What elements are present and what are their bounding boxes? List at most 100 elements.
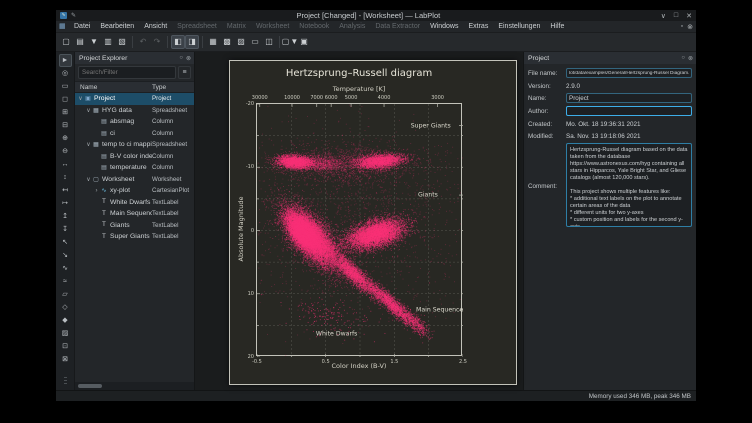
add-curve-button[interactable]: ∿ — [59, 262, 72, 275]
zoom-y-select-button[interactable]: ⊞ — [59, 106, 72, 119]
shift-right-x-button[interactable]: ↧ — [59, 223, 72, 236]
print-preview-button[interactable]: ▧ — [115, 35, 129, 49]
annotation-main-sequence[interactable]: Main Sequence — [416, 307, 463, 314]
tree-row-project[interactable]: ∨▣ProjectProject — [75, 93, 194, 105]
annotation-super-giants[interactable]: Super Giants — [411, 122, 451, 129]
shift-down-y-button[interactable]: ↘ — [59, 249, 72, 262]
zoom-x-select-button[interactable]: ◻ — [59, 93, 72, 106]
import-button[interactable]: ▣ — [297, 35, 311, 49]
tree-row-absmag[interactable]: ▤absmagColumn — [75, 116, 194, 128]
tree-row-white-dwarfs[interactable]: TWhite DwarfsTextLabel — [75, 197, 194, 209]
tree-row-temperature[interactable]: ▤temperatureColumn — [75, 162, 194, 174]
menu-ansicht[interactable]: Ansicht — [139, 21, 172, 33]
select-mode-button[interactable]: ► — [59, 54, 72, 67]
zoom-out-x-button[interactable]: ↕ — [59, 171, 72, 184]
minimize-button[interactable]: ∨ — [661, 12, 666, 20]
column-header-name[interactable]: Name — [75, 84, 152, 91]
tree-row-b-v-color-index[interactable]: ▤B-V color indexColumn — [75, 151, 194, 163]
y-tick-label: -10 — [240, 164, 254, 170]
tree-row-hyg-data[interactable]: ∨▦HYG dataSpreadsheet — [75, 105, 194, 117]
import-icon: ▣ — [300, 38, 308, 46]
zoom-out-button[interactable]: ⊖ — [59, 145, 72, 158]
zoom-select-button[interactable]: ▭ — [59, 80, 72, 93]
menu-hilfe[interactable]: Hilfe — [545, 21, 569, 33]
tree-item-label: ci — [110, 130, 152, 137]
save-project-button[interactable]: ▼ — [87, 35, 101, 49]
zoom-in-x-button[interactable]: ↔ — [59, 158, 72, 171]
tree-row-temp-to-ci-mapping[interactable]: ∨▦temp to ci mappingSpreadsheet — [75, 139, 194, 151]
zoom-out-y-button[interactable]: ↦ — [59, 197, 72, 210]
name-input[interactable] — [566, 93, 692, 103]
filter-options-button[interactable]: ≡ — [178, 66, 191, 79]
tree-column-header[interactable]: Name Type — [75, 81, 194, 93]
add-info-element-button[interactable]: ⊡ — [59, 340, 72, 353]
close-button[interactable]: ✕ — [686, 12, 692, 20]
add-axis-button[interactable]: ◇ — [59, 301, 72, 314]
tree-row-xy-plot[interactable]: ›∿xy-plotCartesianPlot — [75, 185, 194, 197]
tree-row-ci[interactable]: ▤ciColumn — [75, 128, 194, 140]
annotation-giants[interactable]: Giants — [418, 192, 438, 199]
new-notebook-button[interactable]: ▭ — [248, 35, 262, 49]
plot-area[interactable]: 300001000070006000500040003000-0.50.51.5… — [256, 103, 462, 356]
close-icon[interactable]: ⊗ — [688, 55, 693, 62]
new-datapicker-button[interactable]: ◫ — [262, 35, 276, 49]
new-spreadsheet-button[interactable]: ▦ — [206, 35, 220, 49]
new-matrix-button[interactable]: ▩ — [220, 35, 234, 49]
mdi-close-button[interactable]: ⊗ — [687, 23, 693, 31]
properties-header[interactable]: Project ○ ⊗ — [524, 52, 696, 64]
search-input[interactable] — [78, 66, 176, 79]
menu-extras[interactable]: Extras — [463, 21, 493, 33]
scatter-canvas[interactable] — [257, 104, 463, 357]
add-image-button[interactable]: ▨ — [59, 327, 72, 340]
shift-left-x-button[interactable]: ↥ — [59, 210, 72, 223]
add-reference-line-button[interactable]: ⊠ — [59, 353, 72, 366]
maximize-button[interactable]: □ — [674, 12, 678, 20]
toggle-properties-explorer-button[interactable]: ◨ — [185, 35, 199, 49]
file-name-input[interactable] — [566, 68, 692, 78]
add-legend-button[interactable]: ▱ — [59, 288, 72, 301]
shift-up-y-button[interactable]: ↖ — [59, 236, 72, 249]
tree-row-main-sequence[interactable]: TMain SequenceTextLabel — [75, 208, 194, 220]
x-axis-label[interactable]: Color Index (B-V) — [256, 362, 462, 370]
zoom-in-button[interactable]: ⊕ — [59, 132, 72, 145]
project-explorer-header[interactable]: Project Explorer ○ ⊗ — [75, 52, 194, 64]
open-project-button[interactable]: ▤ — [73, 35, 87, 49]
zoom-in-y-button[interactable]: ↤ — [59, 184, 72, 197]
horizontal-scrollbar[interactable] — [75, 382, 194, 390]
mdi-restore-button[interactable]: ▫ — [681, 23, 683, 31]
plot-title[interactable]: Hertzsprung–Russell diagram — [256, 68, 462, 79]
menu-datei[interactable]: Datei — [69, 21, 95, 33]
collapse-icon[interactable]: ∨ — [85, 107, 92, 114]
print-button[interactable]: ▥ — [101, 35, 115, 49]
add-text-label-button[interactable]: ◆ — [59, 314, 72, 327]
author-input[interactable] — [566, 106, 692, 116]
tree-row-worksheet[interactable]: ∨▢WorksheetWorksheet — [75, 174, 194, 186]
scrollbar-thumb[interactable] — [78, 384, 102, 388]
tree-row-super-giants[interactable]: TSuper GiantsTextLabel — [75, 231, 194, 243]
collapse-icon[interactable]: ∨ — [85, 176, 92, 183]
close-icon[interactable]: ⊗ — [186, 55, 191, 62]
new-worksheet-icon: ▨ — [237, 38, 245, 46]
tree-row-giants[interactable]: TGiantsTextLabel — [75, 220, 194, 232]
new-project-button[interactable]: ▢ — [59, 35, 73, 49]
new-worksheet-button[interactable]: ▨ — [234, 35, 248, 49]
column-header-type[interactable]: Type — [152, 84, 194, 91]
crosshair-mode-button[interactable]: ◎ — [59, 67, 72, 80]
auto-scale-button[interactable]: ⊟ — [59, 119, 72, 132]
menu-windows[interactable]: Windows — [425, 21, 463, 33]
dock-grip[interactable] — [64, 377, 67, 384]
toggle-project-explorer-button[interactable]: ◧ — [171, 35, 185, 49]
menu-einstellungen[interactable]: Einstellungen — [493, 21, 545, 33]
comment-textarea[interactable]: Hertzsprung-Russel diagram based on the … — [566, 143, 692, 227]
new-live-datasource-button[interactable]: ▢▼ — [283, 35, 297, 49]
float-icon[interactable]: ○ — [179, 55, 183, 61]
expand-icon[interactable]: › — [93, 188, 100, 194]
add-equation-curve-button[interactable]: ≈ — [59, 275, 72, 288]
collapse-icon[interactable]: ∨ — [85, 141, 92, 148]
menu-bearbeiten[interactable]: Bearbeiten — [95, 21, 139, 33]
top-axis-label[interactable]: Temperature [K] — [256, 85, 462, 93]
annotation-white-dwarfs[interactable]: White Dwarfs — [316, 331, 358, 338]
collapse-icon[interactable]: ∨ — [77, 95, 84, 102]
float-icon[interactable]: ○ — [681, 55, 685, 61]
titlebar[interactable]: ∿ ✎ Project [Changed] - [Worksheet] — La… — [56, 10, 696, 21]
